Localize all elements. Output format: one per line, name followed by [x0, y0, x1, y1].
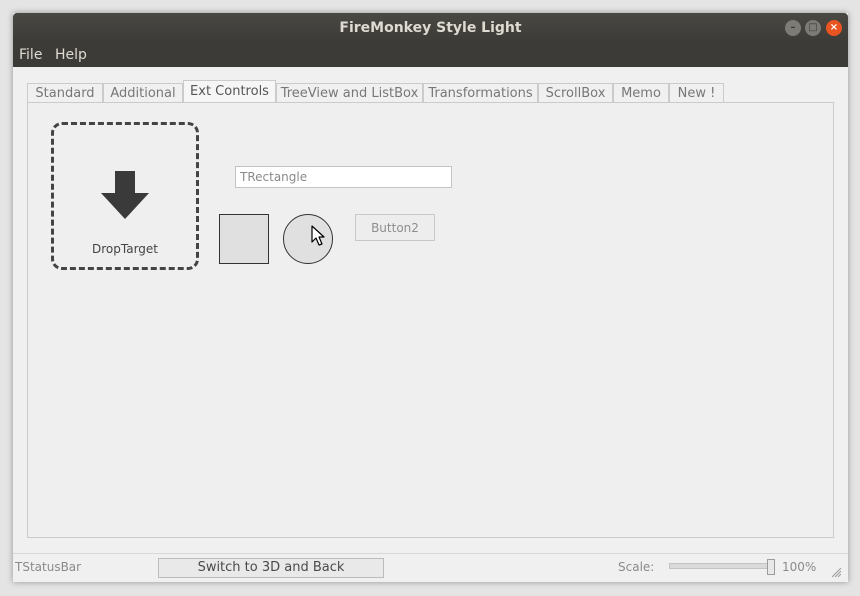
scale-label: Scale: [618, 560, 655, 574]
button2[interactable]: Button2 [355, 214, 435, 241]
resize-grip-icon[interactable] [830, 566, 842, 578]
tab-standard[interactable]: Standard [27, 83, 103, 103]
menu-help[interactable]: Help [50, 43, 92, 67]
minimize-button[interactable]: – [785, 20, 801, 36]
trectangle-edit[interactable] [235, 166, 452, 188]
scale-slider-track[interactable] [669, 563, 775, 569]
menu-file[interactable]: File [14, 43, 47, 67]
tab-scrollbox[interactable]: ScrollBox [538, 83, 613, 103]
drop-target[interactable]: DropTarget [51, 122, 199, 270]
tab-treeview-and-listbox[interactable]: TreeView and ListBox [276, 83, 423, 103]
down-arrow-icon [101, 171, 149, 219]
title-bar[interactable]: FireMonkey Style Light – □ × [13, 13, 848, 43]
maximize-button[interactable]: □ [805, 20, 821, 36]
close-button[interactable]: × [826, 20, 842, 36]
mouse-pointer-icon [311, 225, 325, 246]
status-bar-label: TStatusBar [15, 560, 82, 574]
tab-transformations[interactable]: Transformations [423, 83, 538, 103]
scale-value: 100% [782, 560, 817, 574]
scale-slider-thumb[interactable] [767, 559, 775, 575]
app-window: FireMonkey Style Light – □ × File Help S… [13, 13, 848, 582]
window-title: FireMonkey Style Light [339, 20, 522, 36]
drop-target-label: DropTarget [92, 242, 158, 256]
tab-memo[interactable]: Memo [613, 83, 669, 103]
status-bar: TStatusBar Switch to 3D and Back Scale: … [13, 553, 848, 582]
rectangle-shape [219, 214, 269, 264]
switch-3d-button[interactable]: Switch to 3D and Back [158, 558, 384, 578]
tab-additional[interactable]: Additional [103, 83, 183, 103]
tab-new[interactable]: New ! [669, 83, 724, 103]
tab-ext-controls[interactable]: Ext Controls [183, 80, 276, 104]
menu-bar: File Help [13, 43, 848, 67]
